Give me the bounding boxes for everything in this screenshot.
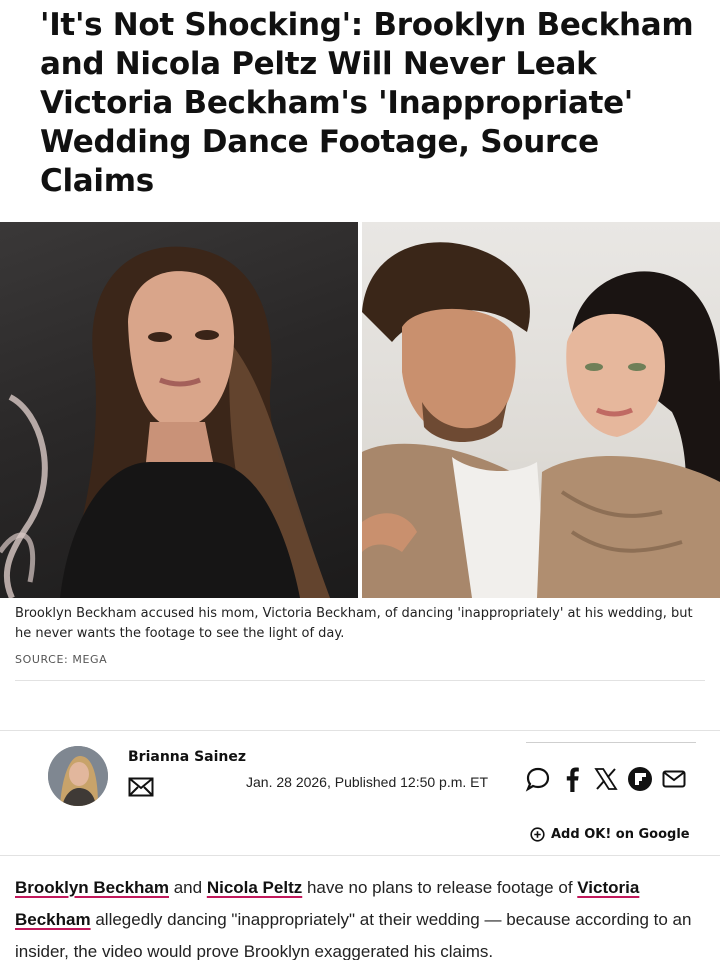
share-divider [526,742,696,743]
photo-brooklyn-nicola[interactable] [362,222,720,598]
photo-caption: Brooklyn Beckham accused his mom, Victor… [15,606,693,641]
flipboard-icon[interactable] [626,764,654,794]
link-brooklyn-beckham[interactable]: Brooklyn Beckham [15,878,169,897]
article-headline: 'It's Not Shocking': Brooklyn Beckham an… [40,7,694,199]
article-body-paragraph: Brooklyn Beckham and Nicola Peltz have n… [15,872,707,960]
hero-photos [0,222,720,598]
x-icon[interactable] [592,764,620,794]
comment-icon[interactable] [524,764,552,794]
plus-circle-icon [530,826,545,842]
byline-top-divider [0,730,720,731]
facebook-icon[interactable] [560,764,584,794]
body-text-segment: have no plans to release footage of [302,878,578,897]
photo-source: SOURCE: MEGA [15,653,108,666]
add-ok-on-google-button[interactable]: Add OK! on Google [530,824,690,844]
link-nicola-peltz[interactable]: Nicola Peltz [207,878,302,897]
body-top-divider [0,855,720,856]
author-name[interactable]: Brianna Sainez [128,749,246,765]
author-email-icon[interactable] [128,777,154,797]
author-avatar[interactable] [48,746,108,806]
photo-victoria-beckham[interactable] [0,222,358,598]
body-text-segment: and [169,878,207,897]
add-ok-on-google-label: Add OK! on Google [551,826,690,842]
caption-divider [15,680,705,681]
body-text-segment: allegedly dancing "inappropriately" at t… [15,910,692,960]
mail-icon[interactable] [660,764,688,794]
publish-date: Jan. 28 2026, Published 12:50 p.m. ET [246,774,489,790]
